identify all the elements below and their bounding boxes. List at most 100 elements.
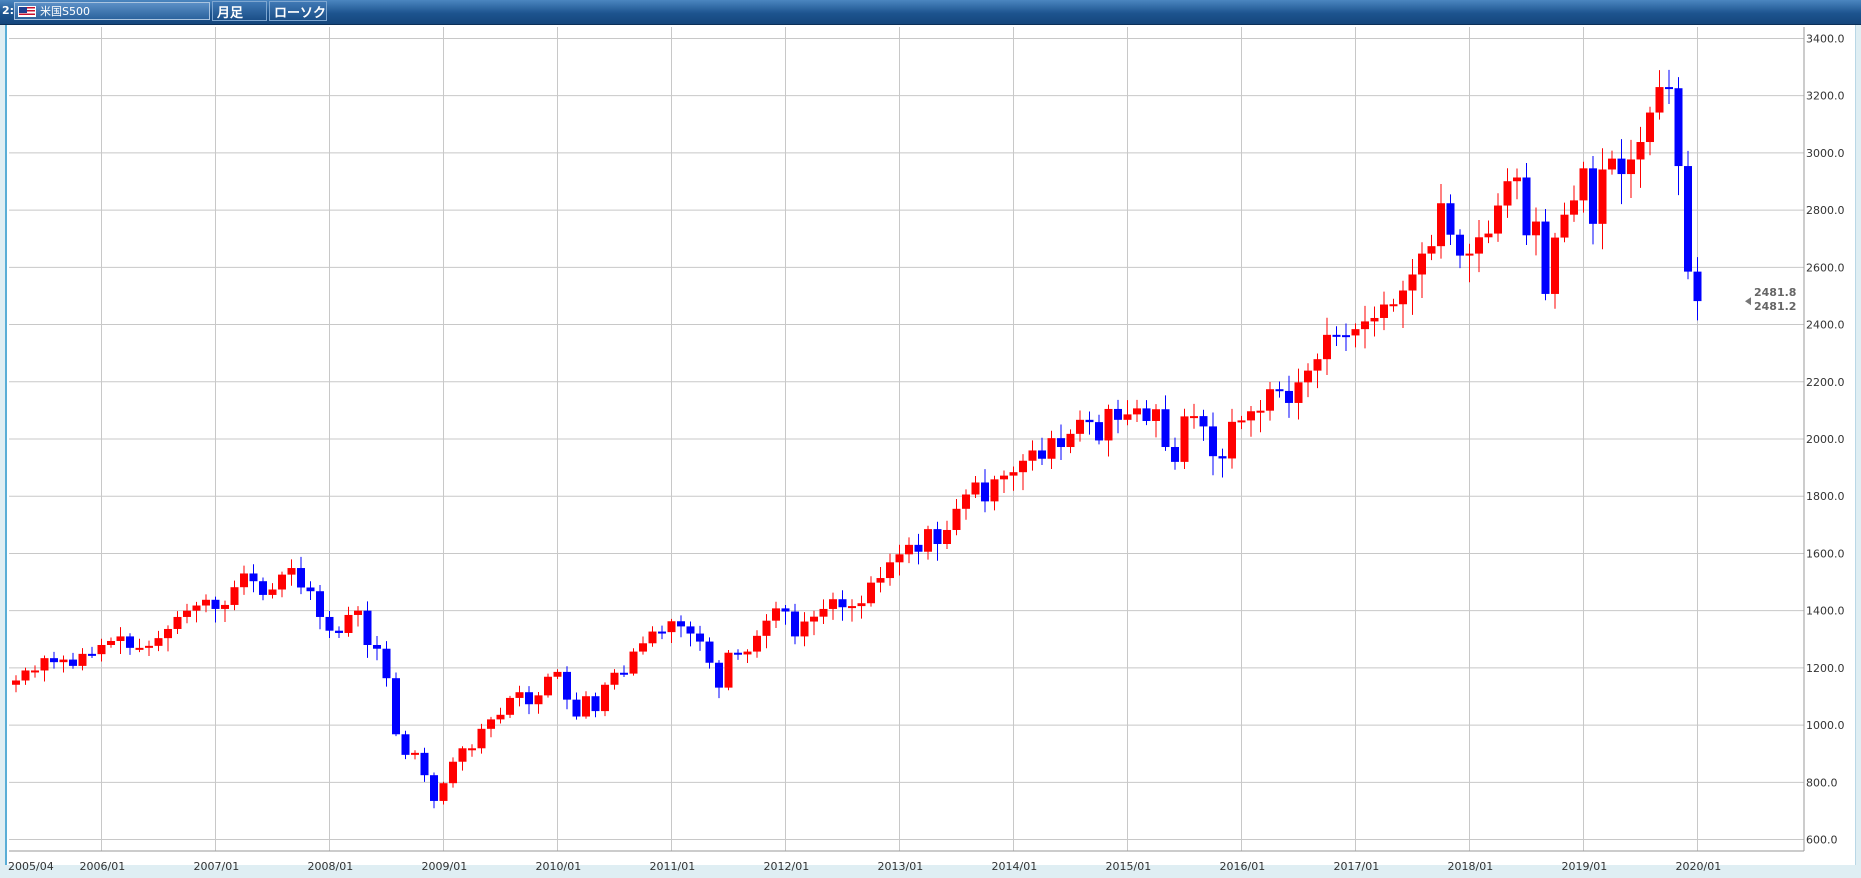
candle-up: [867, 582, 875, 604]
candle-down: [249, 573, 258, 582]
candle-down: [1209, 426, 1217, 457]
candle-down: [686, 626, 695, 634]
candle-up: [1655, 87, 1664, 113]
us-flag-icon: [18, 5, 36, 17]
candle-up: [582, 696, 590, 717]
candle-up: [107, 640, 115, 645]
candle-down: [791, 611, 799, 637]
candle-up: [135, 647, 144, 650]
candle-down: [1693, 271, 1702, 302]
last-price-label-1: 2481.8: [1754, 286, 1796, 299]
candle-up: [1323, 334, 1331, 360]
candle-down: [1456, 234, 1464, 256]
last-price-label-2: 2481.2: [1754, 300, 1796, 313]
candle-up: [971, 482, 980, 495]
candle-up: [1513, 177, 1521, 182]
candle-down: [1199, 416, 1208, 427]
candle-up: [610, 672, 619, 685]
candle-up: [1104, 408, 1113, 441]
candle-down: [715, 662, 723, 688]
candle-up: [468, 748, 476, 751]
candle-up: [1646, 112, 1654, 143]
candle-down: [1665, 87, 1673, 90]
candle-down: [392, 678, 400, 735]
candle-up: [1551, 237, 1559, 294]
candle-down: [382, 648, 391, 679]
candle-up: [154, 638, 163, 646]
pane-number: 2:: [2, 4, 15, 17]
candle-up: [515, 692, 524, 698]
candle-down: [620, 672, 628, 675]
candle-down: [658, 631, 666, 634]
candle-up: [1313, 359, 1322, 371]
candle-up: [1465, 253, 1474, 256]
candle-up: [810, 616, 818, 622]
y-tick-label: 2200.0: [1806, 376, 1845, 389]
candle-up: [477, 728, 486, 749]
chart-area[interactable]: 600.0 800.0 1000.0 1200.0 1400.0 1600.0 1800.0…: [5, 25, 1856, 873]
candle-up: [411, 752, 419, 755]
candle-down: [1161, 409, 1170, 448]
x-tick-label: 2015/01: [1106, 860, 1152, 873]
candle-up: [895, 554, 904, 563]
candle-up: [962, 494, 970, 509]
candle-down: [705, 641, 714, 663]
candle-up: [886, 562, 894, 579]
candle-up: [544, 676, 552, 696]
candle-up: [990, 479, 999, 502]
candle-up: [287, 568, 296, 575]
candle-up: [164, 628, 172, 639]
candle-down: [430, 775, 438, 801]
candle-up: [952, 508, 961, 530]
candle-up: [240, 573, 248, 588]
candle-down: [1342, 335, 1350, 338]
y-tick-label: 2600.0: [1806, 261, 1845, 274]
candle-down: [126, 636, 134, 648]
y-tick-label: 1000.0: [1806, 719, 1845, 732]
candle-down: [1684, 166, 1692, 272]
symbol-name: 米国S500: [40, 5, 90, 18]
candle-up: [1076, 419, 1084, 434]
candle-down: [572, 699, 581, 717]
symbol-selector[interactable]: 米国S500: [14, 2, 210, 20]
candle-down: [88, 653, 96, 656]
candle-up: [1408, 274, 1417, 291]
candle-up: [772, 608, 780, 621]
candle-down: [1218, 456, 1227, 459]
candle-down: [696, 633, 704, 642]
x-tick-label: 2012/01: [764, 860, 810, 873]
y-tick-label: 800.0: [1806, 776, 1838, 789]
chart-style-button[interactable]: ローソク: [269, 1, 327, 21]
y-tick-label: 2800.0: [1806, 204, 1845, 217]
candle-down: [1114, 408, 1122, 420]
candle-up: [1560, 214, 1569, 238]
candle-up: [1484, 233, 1493, 238]
candle-up: [553, 671, 562, 677]
candle-up: [905, 544, 913, 555]
candle-up: [800, 621, 809, 637]
candle-up: [1370, 317, 1379, 322]
x-tick-label: 2014/01: [992, 860, 1038, 873]
candle-up: [924, 529, 932, 552]
candle-up: [648, 631, 657, 644]
last-price-arrow-icon: [1745, 297, 1751, 306]
candle-down: [1541, 221, 1550, 294]
candle-down: [306, 587, 315, 592]
candle-up: [1028, 450, 1037, 461]
period-button[interactable]: 月足: [212, 1, 267, 21]
candle-up: [230, 587, 239, 605]
candle-up: [1380, 304, 1388, 318]
candle-up: [1475, 237, 1483, 254]
candle-up: [1418, 253, 1426, 275]
candle-up: [1532, 221, 1540, 236]
candle-up: [1304, 370, 1312, 383]
period-label: 月足: [217, 5, 244, 21]
candle-up: [1266, 389, 1274, 411]
candle-up: [40, 658, 49, 671]
candle-down: [1332, 334, 1341, 337]
candle-up: [848, 606, 856, 609]
x-tick-label: 2011/01: [650, 860, 696, 873]
candle-down: [1674, 88, 1683, 167]
candle-up: [1351, 329, 1360, 336]
candle-up: [1503, 181, 1512, 206]
